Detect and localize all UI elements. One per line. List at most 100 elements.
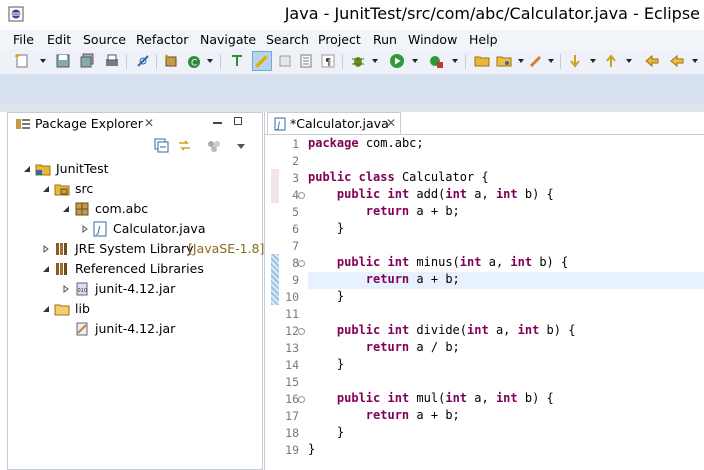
code-line[interactable]: package com.abc;: [308, 136, 424, 153]
link-with-editor-icon[interactable]: [177, 138, 192, 153]
code-line[interactable]: }: [308, 425, 344, 442]
open-dropdown-icon[interactable]: [518, 59, 524, 63]
external-tools-dropdown-icon[interactable]: [452, 59, 458, 63]
menu-navigate[interactable]: Navigate: [200, 32, 256, 47]
library-icon: [56, 263, 67, 275]
collapse-all-icon[interactable]: [154, 138, 169, 153]
menu-help[interactable]: Help: [469, 32, 498, 47]
code-line[interactable]: return a + b;: [308, 408, 460, 425]
debug-dropdown-icon[interactable]: [372, 59, 378, 63]
menu-file[interactable]: File: [13, 32, 34, 47]
tree-item-jre-system-library[interactable]: JRE System Library [JavaSE-1.8]: [8, 239, 264, 259]
new-class-dropdown-icon[interactable]: [207, 59, 213, 63]
last-edit-location-icon[interactable]: [644, 53, 660, 69]
save-icon[interactable]: [55, 53, 71, 69]
external-tools-icon[interactable]: [428, 53, 444, 69]
code-line[interactable]: }: [308, 442, 315, 459]
tree-label: Calculator.java: [113, 221, 206, 236]
fold-toggle-icon[interactable]: [298, 192, 305, 199]
collapsed-arrow-icon[interactable]: [42, 245, 50, 253]
previous-annotation-dropdown-icon[interactable]: [626, 59, 632, 63]
open-project-icon[interactable]: [496, 53, 512, 69]
next-annotation-dropdown-icon[interactable]: [590, 59, 596, 63]
collapsed-arrow-icon[interactable]: [62, 285, 70, 293]
menu-refactor[interactable]: Refactor: [136, 32, 188, 47]
menu-run[interactable]: Run: [373, 32, 397, 47]
code-line[interactable]: }: [308, 357, 344, 374]
close-editor-tab-icon[interactable]: ✕: [386, 116, 396, 130]
pilcrow-icon[interactable]: ¶: [320, 53, 336, 69]
editor-tab-calculator[interactable]: J *Calculator.java ✕: [267, 112, 401, 134]
expanded-arrow-icon[interactable]: [42, 185, 50, 193]
minimize-icon[interactable]: [213, 122, 222, 124]
code-line[interactable]: public int mul(int a, int b) {: [308, 391, 554, 408]
close-package-explorer-icon[interactable]: ✕: [144, 116, 154, 130]
view-menu-icon[interactable]: [237, 144, 245, 149]
back-icon[interactable]: [669, 53, 685, 69]
tree-item-lib[interactable]: lib: [8, 299, 258, 319]
code-line[interactable]: return a + b;: [308, 204, 460, 221]
toggle-block-selection-icon[interactable]: [277, 53, 293, 69]
show-whitespace-icon[interactable]: [298, 53, 314, 69]
open-folder-icon[interactable]: [474, 53, 490, 69]
save-all-icon[interactable]: [79, 53, 95, 69]
new-java-package-icon[interactable]: [163, 53, 179, 69]
menu-source[interactable]: Source: [83, 32, 126, 47]
toggle-mark-occurrences-icon[interactable]: [252, 51, 272, 71]
expanded-arrow-icon[interactable]: [62, 205, 70, 213]
tree-item-junit-jar-ref[interactable]: 010 junit-4.12.jar: [8, 279, 258, 299]
fold-toggle-icon[interactable]: [298, 260, 305, 267]
line-number: 6: [292, 222, 299, 236]
line-number: 4: [292, 188, 299, 202]
code-line[interactable]: public int add(int a, int b) {: [308, 187, 554, 204]
menu-project[interactable]: Project: [318, 32, 361, 47]
new-dropdown-icon[interactable]: [40, 59, 46, 63]
new-icon[interactable]: [14, 53, 30, 69]
skip-breakpoints-icon[interactable]: [135, 53, 151, 69]
run-dropdown-icon[interactable]: [412, 59, 418, 63]
menu-bar: File Edit Source Refactor Navigate Searc…: [0, 30, 704, 50]
tree-item-com-abc[interactable]: com.abc: [8, 199, 258, 219]
tree-item-src[interactable]: src: [8, 179, 258, 199]
pen-tool-icon[interactable]: [528, 53, 544, 69]
main-toolbar: C ¶: [0, 50, 704, 74]
menu-edit[interactable]: Edit: [47, 32, 71, 47]
code-line[interactable]: public class Calculator {: [308, 170, 489, 187]
menu-window[interactable]: Window: [408, 32, 457, 47]
new-java-class-icon[interactable]: C: [186, 53, 202, 69]
menu-search[interactable]: Search: [266, 32, 309, 47]
line-number: 19: [285, 443, 299, 457]
fold-toggle-icon[interactable]: [298, 396, 305, 403]
pen-dropdown-icon[interactable]: [548, 59, 554, 63]
line-number: 10: [285, 290, 299, 304]
back-dropdown-icon[interactable]: [692, 59, 698, 63]
code-line[interactable]: }: [308, 289, 344, 306]
fold-toggle-icon[interactable]: [298, 328, 305, 335]
code-line[interactable]: public int divide(int a, int b) {: [308, 323, 576, 340]
run-icon[interactable]: [389, 53, 405, 69]
eclipse-app-icon[interactable]: [8, 6, 24, 22]
open-type-icon[interactable]: [229, 53, 245, 69]
next-annotation-icon[interactable]: [567, 53, 583, 69]
expanded-arrow-icon[interactable]: [42, 265, 50, 273]
line-number: 8: [292, 256, 299, 270]
code-line[interactable]: return a + b;: [308, 272, 460, 289]
tree-item-junit-jar-file[interactable]: junit-4.12.jar: [8, 319, 258, 339]
line-number: 1: [292, 137, 299, 151]
package-explorer-tab[interactable]: Package Explorer ✕: [8, 113, 262, 135]
change-marker: [271, 254, 279, 305]
code-line[interactable]: public int minus(int a, int b) {: [308, 255, 568, 272]
tree-item-junittest[interactable]: JunitTest: [8, 159, 258, 179]
print-icon[interactable]: [104, 53, 120, 69]
previous-annotation-icon[interactable]: [603, 53, 619, 69]
collapsed-arrow-icon[interactable]: [81, 225, 89, 233]
view-menu-dots-icon[interactable]: [207, 138, 222, 153]
code-line[interactable]: }: [308, 221, 344, 238]
tree-item-calculator-java[interactable]: J Calculator.java: [8, 219, 258, 239]
maximize-icon[interactable]: [234, 117, 242, 125]
expanded-arrow-icon[interactable]: [23, 165, 31, 173]
code-line[interactable]: return a / b;: [308, 340, 460, 357]
debug-icon[interactable]: [350, 53, 366, 69]
tree-item-referenced-libraries[interactable]: Referenced Libraries: [8, 259, 258, 279]
expanded-arrow-icon[interactable]: [42, 305, 50, 313]
